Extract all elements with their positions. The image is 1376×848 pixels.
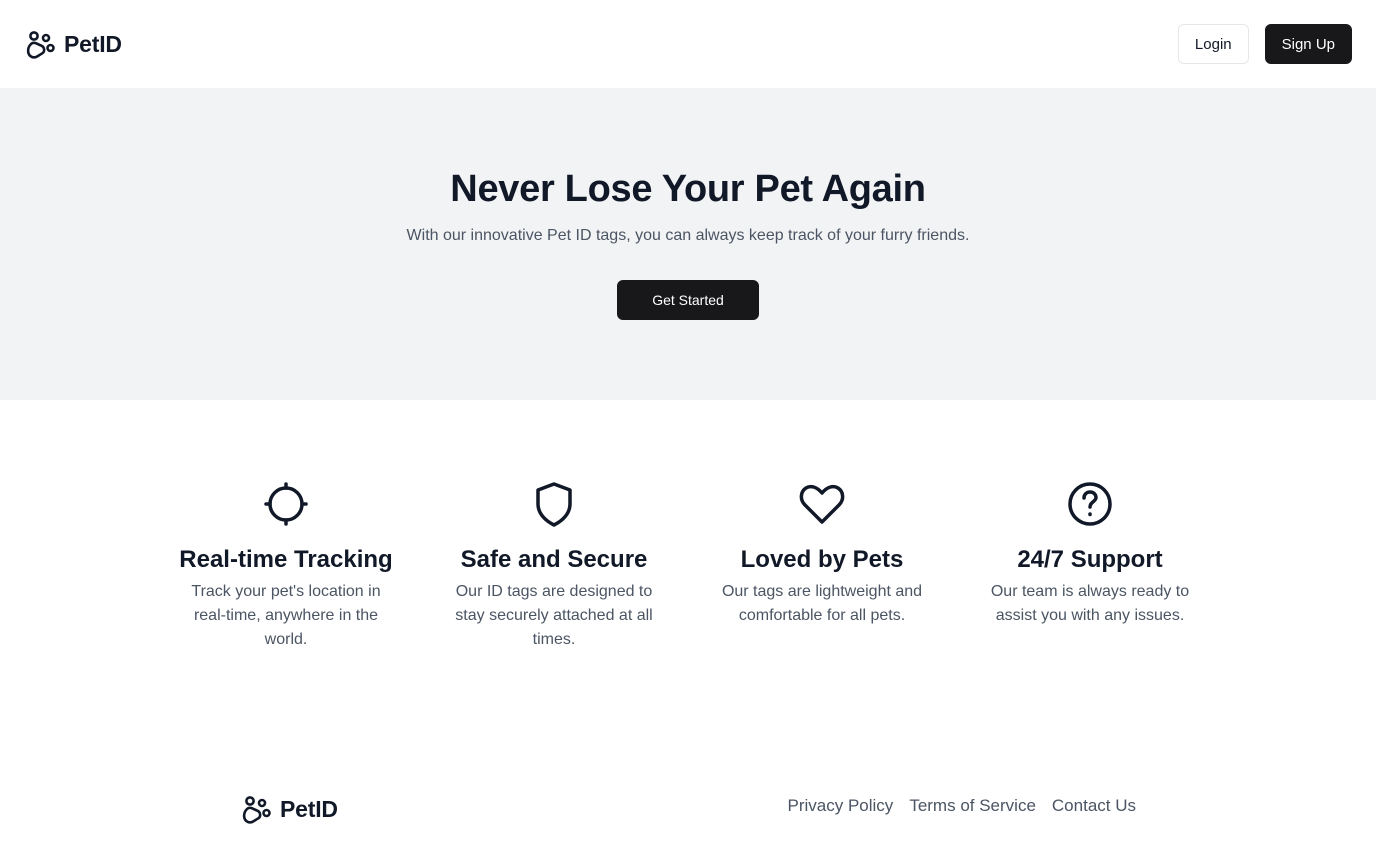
feature-description: Track your pet's location in real-time, … <box>191 583 381 648</box>
feature-title: Loved by Pets <box>740 546 904 573</box>
site-header: PetID Login Sign Up <box>0 0 1376 88</box>
privacy-policy-link[interactable]: Privacy Policy <box>788 796 894 816</box>
hero-title: Never Lose Your Pet Again <box>450 168 926 210</box>
feature-title: 24/7 Support <box>1017 546 1163 573</box>
terms-of-service-link[interactable]: Terms of Service <box>909 796 1036 816</box>
paw-icon <box>242 796 271 824</box>
heart-icon <box>799 484 845 524</box>
feature-loved-by-pets: Loved by Pets Our tags are lightweight a… <box>712 480 932 628</box>
site-footer: PetID Privacy Policy Terms of Service Co… <box>0 780 1376 836</box>
feature-title: Real-time Tracking <box>179 546 393 573</box>
crosshair-icon <box>264 482 308 526</box>
hero-section: Never Lose Your Pet Again With our innov… <box>0 88 1376 400</box>
get-started-button[interactable]: Get Started <box>617 280 759 320</box>
feature-title: Safe and Secure <box>460 546 648 573</box>
brand-name: PetID <box>64 30 122 57</box>
header-actions: Login Sign Up <box>1177 24 1352 64</box>
feature-description: Our team is always ready to assist you w… <box>990 583 1190 624</box>
feature-safe-and-secure: Safe and Secure Our ID tags are designed… <box>444 480 664 652</box>
feature-real-time-tracking: Real-time Tracking Track your pet's loca… <box>176 480 396 652</box>
hero-subtitle: With our innovative Pet ID tags, you can… <box>406 227 970 244</box>
feature-24-7-support: 24/7 Support Our team is always ready to… <box>980 480 1200 628</box>
footer-brand-link[interactable]: PetID <box>240 792 338 826</box>
login-button[interactable]: Login <box>1177 24 1249 64</box>
footer-brand-name: PetID <box>280 795 338 822</box>
feature-description: Our tags are lightweight and comfortable… <box>721 583 923 624</box>
contact-us-link[interactable]: Contact Us <box>1052 796 1136 816</box>
shield-icon <box>536 482 572 527</box>
help-circle-icon <box>1068 482 1112 526</box>
paw-icon <box>26 31 55 59</box>
sign-up-button[interactable]: Sign Up <box>1264 24 1352 64</box>
brand-logo-link[interactable]: PetID <box>24 27 122 61</box>
feature-description: Our ID tags are designed to stay securel… <box>455 583 653 648</box>
footer-links: Privacy Policy Terms of Service Contact … <box>788 796 1137 816</box>
